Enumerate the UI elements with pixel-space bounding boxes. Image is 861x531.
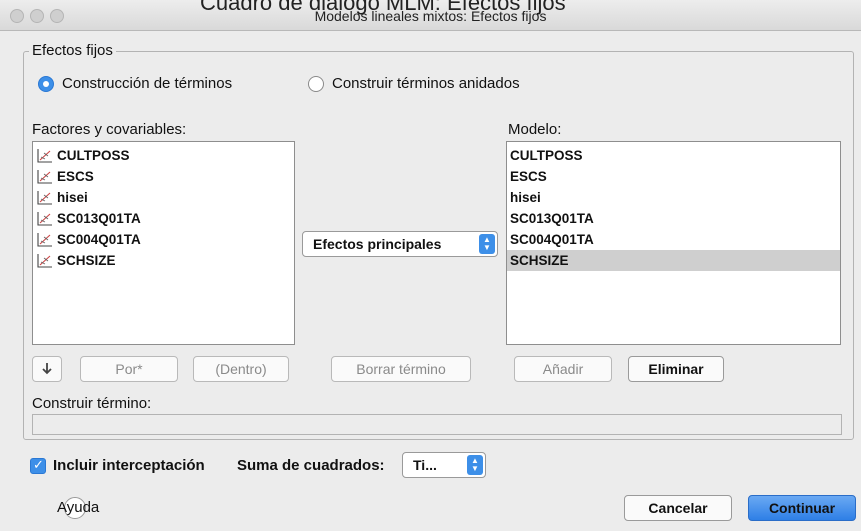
model-list-item[interactable]: SC004Q01TA xyxy=(507,229,840,250)
dentro-button[interactable]: (Dentro) xyxy=(193,356,289,382)
model-list-item[interactable]: hisei xyxy=(507,187,840,208)
build-terms-radio-label: Construcción de términos xyxy=(62,75,233,92)
continue-button[interactable]: Continuar xyxy=(748,495,856,521)
add-button[interactable]: Añadir xyxy=(514,356,612,382)
effect-type-value: Efectos principales xyxy=(313,236,442,252)
updown-chevron-icon: ▲ ▼ xyxy=(479,234,495,254)
scale-variable-icon xyxy=(37,211,53,226)
model-listbox[interactable]: CULTPOSS ESCS hisei SC013Q01TA SC004Q01TA SCH… xyxy=(506,141,841,345)
scale-variable-icon xyxy=(37,190,53,205)
model-list-item[interactable]: SC013Q01TA xyxy=(507,208,840,229)
move-down-button[interactable] xyxy=(32,356,62,382)
down-arrow-icon xyxy=(42,363,52,375)
group-label: Efectos fijos xyxy=(29,42,116,59)
build-term-field[interactable] xyxy=(32,414,842,435)
factor-item-label: SC013Q01TA xyxy=(57,211,141,226)
factor-list-item[interactable]: hisei xyxy=(33,187,294,208)
scale-variable-icon xyxy=(37,169,53,184)
factor-item-label: hisei xyxy=(57,190,88,205)
nested-terms-radio-label: Construir términos anidados xyxy=(332,75,520,92)
build-term-label: Construir término: xyxy=(32,395,152,412)
sum-of-squares-select[interactable]: Ti... ▲ ▼ xyxy=(402,452,486,478)
factor-item-label: CULTPOSS xyxy=(57,148,130,163)
updown-chevron-icon: ▲ ▼ xyxy=(467,455,483,475)
factor-item-label: ESCS xyxy=(57,169,94,184)
remove-button[interactable]: Eliminar xyxy=(628,356,724,382)
help-button[interactable]: Ayuda xyxy=(57,499,99,516)
model-list-item[interactable]: ESCS xyxy=(507,166,840,187)
delete-term-button[interactable]: Borrar término xyxy=(331,356,471,382)
nested-terms-radio[interactable] xyxy=(308,76,324,92)
scale-variable-icon xyxy=(37,148,53,163)
factors-listbox[interactable]: CULTPOSS ESCS hisei SC013Q01TA SC004Q01TA SCH… xyxy=(32,141,295,345)
por-button[interactable]: Por* xyxy=(80,356,178,382)
factors-label: Factores y covariables: xyxy=(32,121,187,138)
sum-of-squares-value: Ti... xyxy=(413,457,437,473)
factor-item-label: SC004Q01TA xyxy=(57,232,141,247)
sum-of-squares-label: Suma de cuadrados: xyxy=(237,457,385,474)
factor-list-item[interactable]: SC013Q01TA xyxy=(33,208,294,229)
scale-variable-icon xyxy=(37,253,53,268)
figure-caption: Cuadro de diálogo MLM: Efectos fijos xyxy=(200,0,566,15)
model-list-item[interactable]: SCHSIZE xyxy=(507,250,840,271)
cancel-button[interactable]: Cancelar xyxy=(624,495,732,521)
factor-list-item[interactable]: CULTPOSS xyxy=(33,145,294,166)
factor-list-item[interactable]: SC004Q01TA xyxy=(33,229,294,250)
factor-list-item[interactable]: SCHSIZE xyxy=(33,250,294,271)
factor-list-item[interactable]: ESCS xyxy=(33,166,294,187)
model-label: Modelo: xyxy=(508,121,562,138)
include-intercept-checkbox[interactable] xyxy=(30,457,46,474)
build-terms-radio[interactable] xyxy=(38,76,54,92)
factor-item-label: SCHSIZE xyxy=(57,253,116,268)
include-intercept-label: Incluir interceptación xyxy=(53,457,205,474)
scale-variable-icon xyxy=(37,232,53,247)
effect-type-select[interactable]: Efectos principales ▲ ▼ xyxy=(302,231,498,257)
model-list-item[interactable]: CULTPOSS xyxy=(507,145,840,166)
